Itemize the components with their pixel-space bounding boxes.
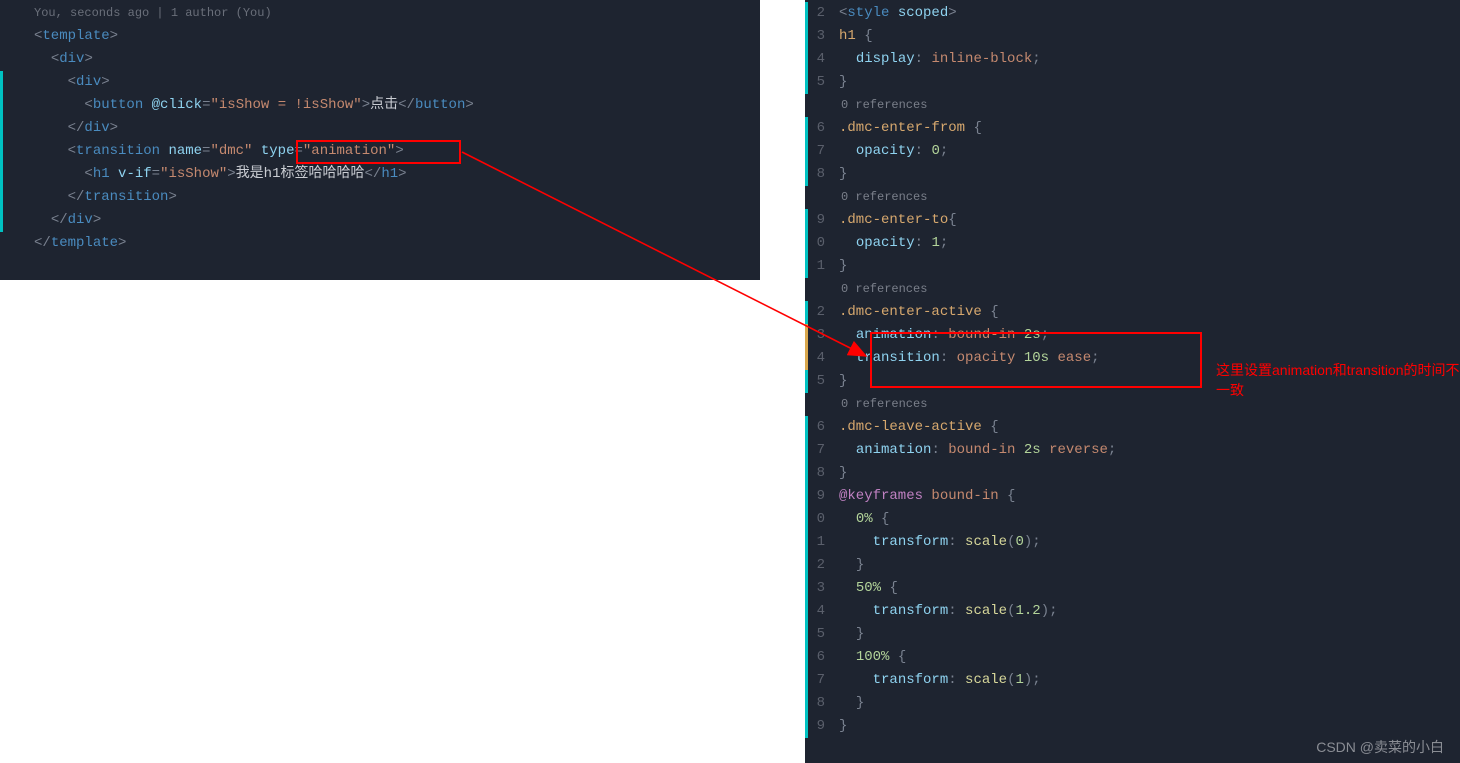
code-line[interactable]: 2 }	[805, 554, 1460, 577]
code-line[interactable]: </div>	[0, 117, 760, 140]
code-line[interactable]: <h1 v-if="isShow">我是h1标签哈哈哈哈</h1>	[0, 163, 760, 186]
code-line[interactable]: 8 }	[805, 692, 1460, 715]
code-line[interactable]: <div>	[0, 71, 760, 94]
code-line[interactable]: 7 animation: bound-in 2s reverse;	[805, 439, 1460, 462]
code-line[interactable]: </div>	[0, 209, 760, 232]
code-line[interactable]: 5}	[805, 71, 1460, 94]
code-line[interactable]: 6.dmc-enter-from {	[805, 117, 1460, 140]
line-number: 7	[805, 439, 833, 462]
line-number: 7	[805, 140, 833, 163]
git-blame-annotation: You, seconds ago | 1 author (You)	[0, 2, 760, 25]
left-highlight-box	[296, 140, 461, 164]
line-number: 9	[805, 485, 833, 508]
code-line[interactable]: 0 0% {	[805, 508, 1460, 531]
code-line[interactable]: <div>	[0, 48, 760, 71]
line-number: 2	[805, 554, 833, 577]
line-number: 4	[805, 347, 833, 370]
code-line[interactable]: </transition>	[0, 186, 760, 209]
line-number: 3	[805, 324, 833, 347]
code-line[interactable]: 3h1 {	[805, 25, 1460, 48]
code-line[interactable]: </template>	[0, 232, 760, 255]
code-line[interactable]: 9.dmc-enter-to{	[805, 209, 1460, 232]
codelens-references[interactable]: 0 references	[805, 186, 1460, 209]
code-line[interactable]: 9@keyframes bound-in {	[805, 485, 1460, 508]
codelens-references[interactable]: 0 references	[805, 278, 1460, 301]
line-number: 5	[805, 71, 833, 94]
line-number: 8	[805, 692, 833, 715]
line-number: 1	[805, 531, 833, 554]
code-line[interactable]: 7 transform: scale(1);	[805, 669, 1460, 692]
line-number: 4	[805, 600, 833, 623]
line-number: 8	[805, 462, 833, 485]
code-line[interactable]: 0 opacity: 1;	[805, 232, 1460, 255]
code-line[interactable]: 4 display: inline-block;	[805, 48, 1460, 71]
line-number: 0	[805, 232, 833, 255]
code-line[interactable]: 5 }	[805, 623, 1460, 646]
line-number: 6	[805, 117, 833, 140]
code-line[interactable]: 7 opacity: 0;	[805, 140, 1460, 163]
code-line[interactable]: <button @click="isShow = !isShow">点击</bu…	[0, 94, 760, 117]
code-line[interactable]: 4 transform: scale(1.2);	[805, 600, 1460, 623]
line-number: 7	[805, 669, 833, 692]
code-line[interactable]: 3 50% {	[805, 577, 1460, 600]
line-number: 3	[805, 577, 833, 600]
line-number: 2	[805, 301, 833, 324]
code-line[interactable]: 1}	[805, 255, 1460, 278]
line-number: 0	[805, 508, 833, 531]
line-number: 9	[805, 715, 833, 738]
line-number: 6	[805, 416, 833, 439]
code-line[interactable]: 1 transform: scale(0);	[805, 531, 1460, 554]
line-number: 6	[805, 646, 833, 669]
line-number: 8	[805, 163, 833, 186]
code-line[interactable]: 8}	[805, 462, 1460, 485]
code-line[interactable]: 2<style scoped>	[805, 2, 1460, 25]
line-number: 4	[805, 48, 833, 71]
code-line[interactable]: <template>	[0, 25, 760, 48]
annotation-note: 这里设置animation和transition的时间不一致	[1216, 360, 1460, 400]
codelens-references[interactable]: 0 references	[805, 94, 1460, 117]
code-line[interactable]: 8}	[805, 163, 1460, 186]
right-highlight-box	[870, 332, 1202, 388]
line-number: 1	[805, 255, 833, 278]
line-number: 9	[805, 209, 833, 232]
line-number: 5	[805, 370, 833, 393]
code-line[interactable]: 9}	[805, 715, 1460, 738]
code-line[interactable]: 6 100% {	[805, 646, 1460, 669]
watermark: CSDN @卖菜的小白	[1316, 737, 1444, 757]
line-number: 2	[805, 2, 833, 25]
code-line[interactable]: 6.dmc-leave-active {	[805, 416, 1460, 439]
code-line[interactable]: 2.dmc-enter-active {	[805, 301, 1460, 324]
line-number: 5	[805, 623, 833, 646]
line-number: 3	[805, 25, 833, 48]
